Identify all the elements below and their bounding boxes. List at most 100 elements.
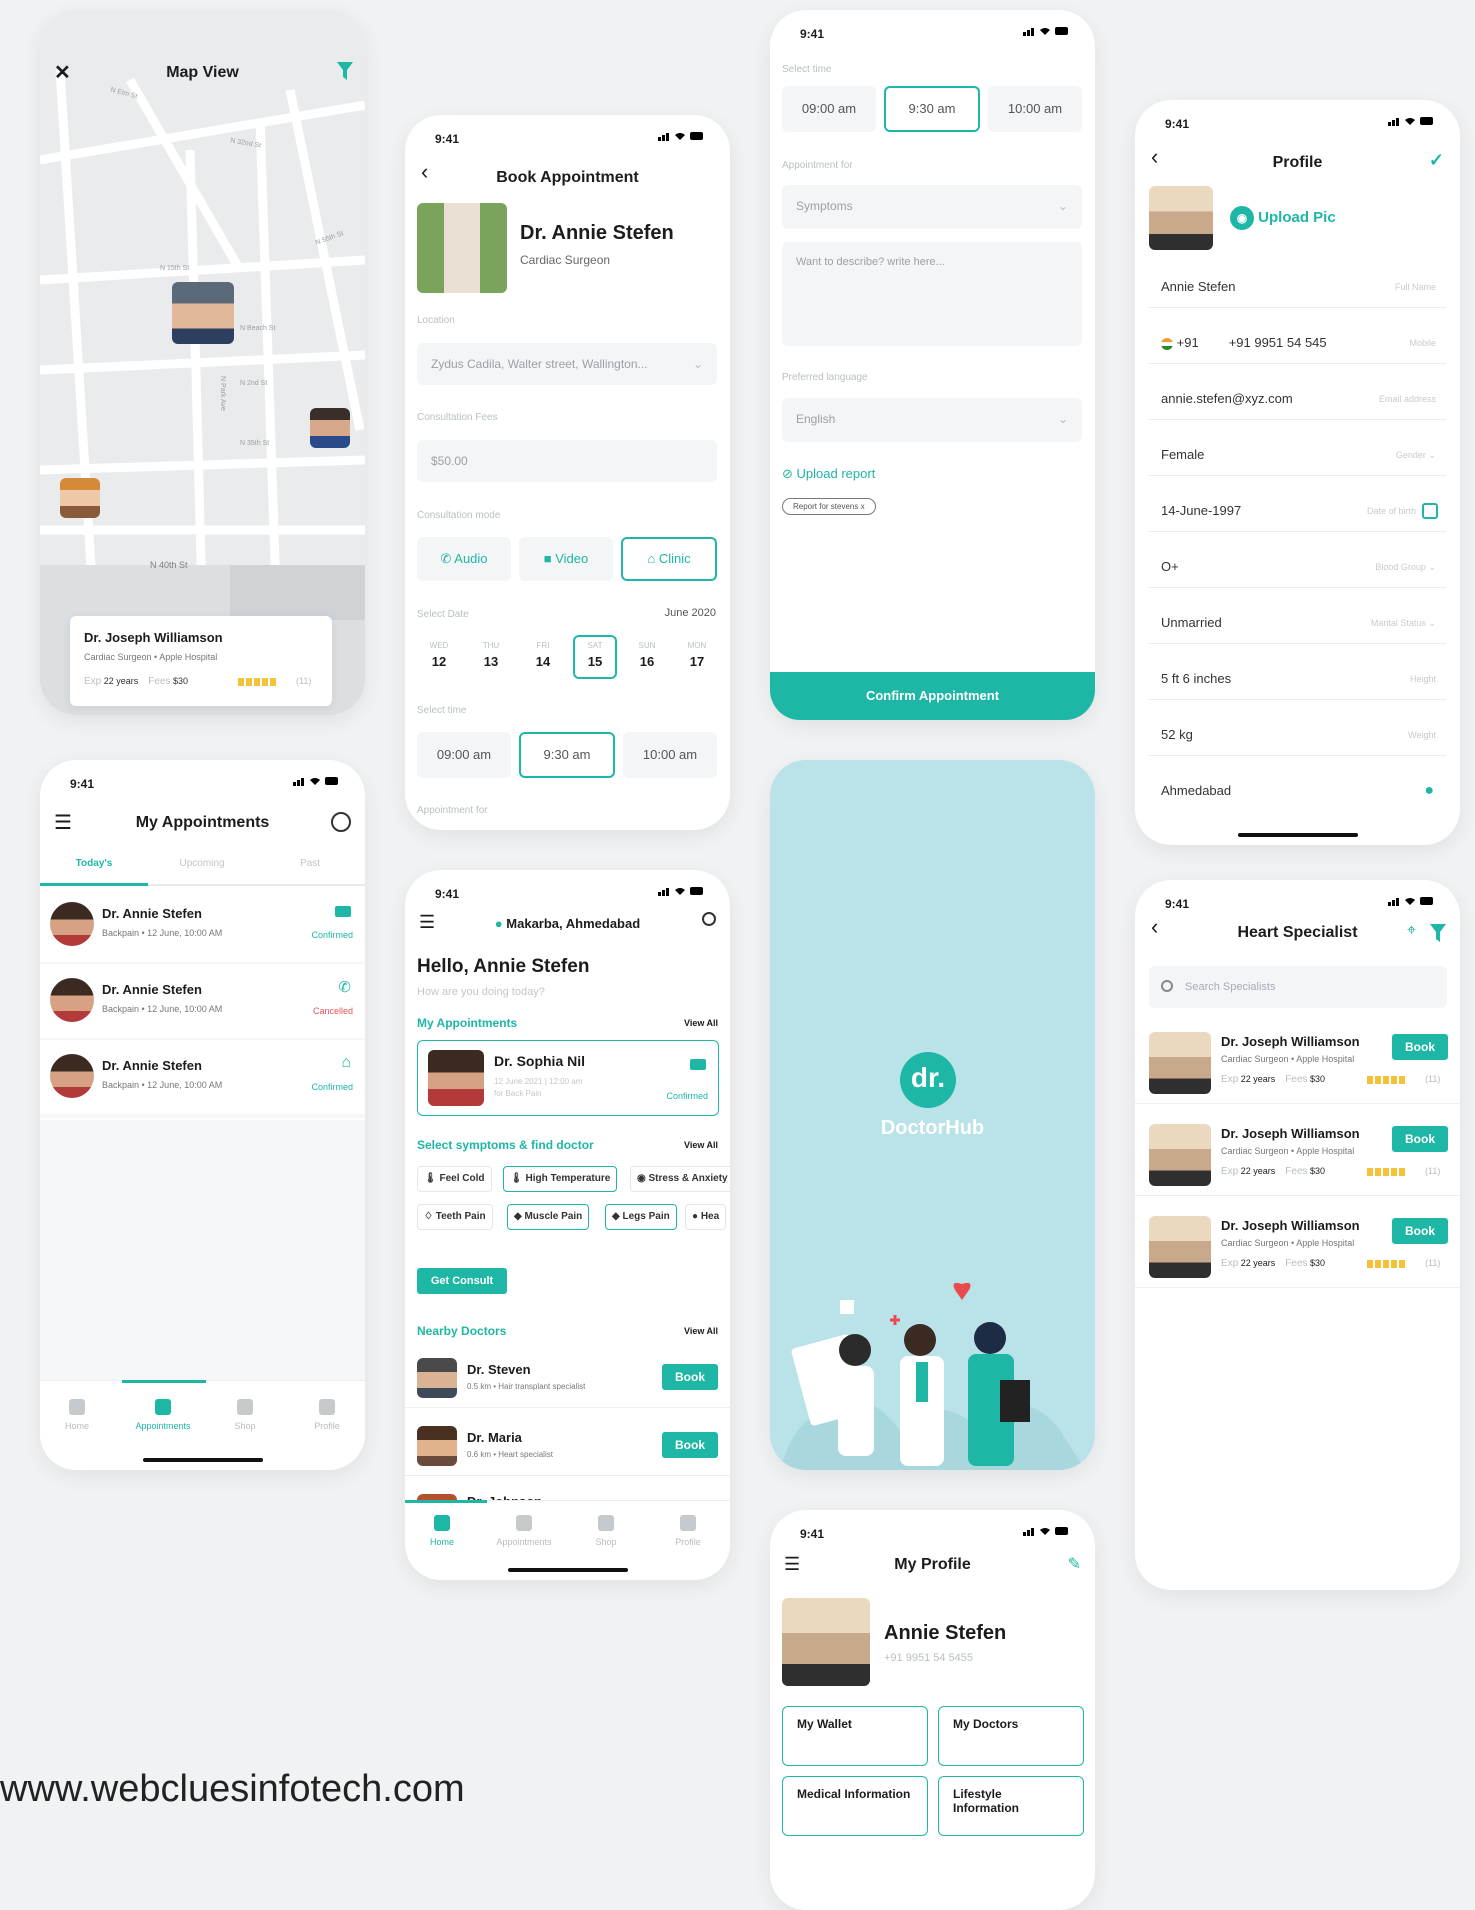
fees-field[interactable]: $50.00 bbox=[417, 440, 717, 482]
location-selector[interactable]: ● Makarba, Ahmedabad bbox=[405, 916, 730, 931]
nav-shop[interactable]: Shop bbox=[210, 1399, 280, 1431]
date-chip[interactable]: WED 12 bbox=[417, 635, 461, 679]
mobile-field[interactable]: +91 +91 9951 54 545 Mobile bbox=[1149, 322, 1446, 364]
nav-home[interactable]: Home bbox=[42, 1399, 112, 1431]
medical-information-tile[interactable]: Medical Information bbox=[782, 1776, 928, 1836]
symptom-chip-selected[interactable]: 🌡 High Temperature bbox=[503, 1166, 618, 1192]
upload-report-link[interactable]: ⊘ Upload report bbox=[782, 466, 875, 482]
video-icon[interactable] bbox=[690, 1059, 706, 1070]
page-title: My Profile bbox=[894, 1556, 971, 1573]
mode-audio-button[interactable]: ✆ Audio bbox=[417, 537, 511, 581]
confirm-appointment-button[interactable]: Confirm Appointment bbox=[770, 672, 1095, 720]
view-all-link[interactable]: View All bbox=[684, 1326, 718, 1336]
time-slot-selected[interactable]: 9:30 am bbox=[519, 732, 615, 778]
list-item[interactable]: Dr. Joseph Williamson Cardiac Surgeon • … bbox=[1135, 1020, 1460, 1104]
edit-icon[interactable]: ✎ bbox=[1068, 1554, 1081, 1574]
time-slot[interactable]: 10:00 am bbox=[988, 86, 1082, 132]
language-select[interactable]: English ⌄ bbox=[782, 398, 1082, 442]
clinic-icon[interactable]: ⌂ bbox=[341, 1054, 351, 1072]
my-appointments-screen: 9:41 ☰ My Appointments Today's Upcoming … bbox=[40, 760, 365, 1470]
video-icon[interactable] bbox=[335, 906, 351, 917]
view-all-link[interactable]: View All bbox=[684, 1018, 718, 1028]
time-slot-selected[interactable]: 9:30 am bbox=[884, 86, 980, 132]
doctor-map-pin[interactable] bbox=[310, 408, 350, 448]
tab-past[interactable]: Past bbox=[256, 858, 364, 869]
date-chip[interactable]: MON 17 bbox=[675, 635, 719, 679]
symptom-chip-selected[interactable]: ◆ Muscle Pain bbox=[507, 1204, 590, 1230]
list-item[interactable]: Dr. Annie Stefen Backpain • 12 June, 10:… bbox=[40, 1040, 365, 1114]
book-button[interactable]: Book bbox=[1392, 1034, 1448, 1060]
nav-home[interactable]: Home bbox=[407, 1515, 477, 1547]
mode-clinic-button[interactable]: ⌂ Clinic bbox=[621, 537, 717, 581]
map-toggle-icon[interactable]: ⌖ bbox=[1407, 922, 1416, 940]
list-item[interactable]: Dr. Joseph Williamson Cardiac Surgeon • … bbox=[1135, 1204, 1460, 1288]
section-title: My Appointments bbox=[417, 1016, 518, 1030]
gender-select[interactable]: Female Gender ⌄ bbox=[1149, 434, 1446, 476]
date-chip[interactable]: SUN 16 bbox=[625, 635, 669, 679]
describe-textarea[interactable]: Want to describe? write here... bbox=[782, 242, 1082, 346]
appointment-tabs: Today's Upcoming Past bbox=[40, 850, 365, 886]
blood-group-select[interactable]: O+ Blood Group ⌄ bbox=[1149, 546, 1446, 588]
doctor-map-pin[interactable] bbox=[172, 282, 234, 344]
list-item[interactable]: Dr. Steven 0.5 km • Hair transplant spec… bbox=[405, 1348, 730, 1408]
book-button[interactable]: Book bbox=[1392, 1218, 1448, 1244]
my-doctors-tile[interactable]: My Doctors bbox=[938, 1706, 1084, 1766]
height-field[interactable]: 5 ft 6 inches Height bbox=[1149, 658, 1446, 700]
book-button[interactable]: Book bbox=[1392, 1126, 1448, 1152]
chat-icon[interactable] bbox=[331, 812, 351, 832]
brand-name: DoctorHub bbox=[880, 1117, 985, 1139]
avatar bbox=[50, 1054, 94, 1098]
date-chip[interactable]: FRI 14 bbox=[521, 635, 565, 679]
nav-profile[interactable]: Profile bbox=[653, 1515, 723, 1547]
list-item[interactable]: Dr. Annie Stefen Backpain • 12 June, 10:… bbox=[40, 964, 365, 1038]
date-chip[interactable]: THU 13 bbox=[469, 635, 513, 679]
location-pin-icon[interactable]: ● bbox=[1424, 770, 1434, 812]
symptom-chip[interactable]: ◉ Stress & Anxiety bbox=[630, 1166, 730, 1192]
nav-appointments[interactable]: Appointments bbox=[128, 1399, 198, 1431]
filter-icon[interactable] bbox=[1430, 924, 1446, 942]
marital-status-select[interactable]: Unmarried Marital Status ⌄ bbox=[1149, 602, 1446, 644]
doctor-map-pin[interactable] bbox=[60, 478, 100, 518]
time-slot[interactable]: 09:00 am bbox=[782, 86, 876, 132]
location-select[interactable]: Zydus Cadila, Walter street, Wallington.… bbox=[417, 343, 717, 385]
filter-icon[interactable] bbox=[337, 62, 353, 80]
email-field[interactable]: annie.stefen@xyz.com Email address bbox=[1149, 378, 1446, 420]
phone-icon[interactable]: ✆ bbox=[338, 978, 351, 996]
book-button[interactable]: Book bbox=[662, 1364, 718, 1390]
list-item[interactable]: Dr. Maria 0.6 km • Heart specialist Book bbox=[405, 1416, 730, 1476]
calendar-icon[interactable] bbox=[1422, 503, 1438, 519]
symptom-chip[interactable]: ♢ Teeth Pain bbox=[417, 1204, 493, 1230]
check-icon[interactable]: ✓ bbox=[1429, 150, 1444, 171]
symptom-chip-selected[interactable]: ◆ Legs Pain bbox=[605, 1204, 677, 1230]
my-wallet-tile[interactable]: My Wallet bbox=[782, 1706, 928, 1766]
weight-field[interactable]: 52 kg Weight bbox=[1149, 714, 1446, 756]
tab-today[interactable]: Today's bbox=[40, 858, 148, 869]
time-slot[interactable]: 10:00 am bbox=[623, 732, 717, 778]
lifestyle-information-tile[interactable]: Lifestyle Information bbox=[938, 1776, 1084, 1836]
list-item[interactable]: Dr. Joseph Williamson Cardiac Surgeon • … bbox=[1135, 1112, 1460, 1196]
tab-upcoming[interactable]: Upcoming bbox=[148, 858, 256, 869]
appointment-card[interactable]: Dr. Sophia Nil 12 June 2021 | 12:00 am f… bbox=[417, 1040, 719, 1116]
view-all-link[interactable]: View All bbox=[684, 1140, 718, 1150]
search-input[interactable]: Search Specialists bbox=[1149, 966, 1447, 1008]
date-chip-selected[interactable]: SAT 15 bbox=[573, 635, 617, 679]
book-button[interactable]: Book bbox=[662, 1432, 718, 1458]
upload-pic-button[interactable]: ◉ Upload Pic bbox=[1230, 206, 1336, 230]
search-icon[interactable] bbox=[702, 912, 716, 926]
mode-video-button[interactable]: ■ Video bbox=[519, 537, 613, 581]
symptoms-select[interactable]: Symptoms ⌄ bbox=[782, 185, 1082, 229]
time-slot[interactable]: 09:00 am bbox=[417, 732, 511, 778]
dob-field[interactable]: 14-June-1997 Date of birth bbox=[1149, 490, 1446, 532]
city-field[interactable]: Ahmedabad ● bbox=[1149, 770, 1446, 812]
get-consult-button[interactable]: Get Consult bbox=[417, 1268, 507, 1294]
nav-profile[interactable]: Profile bbox=[292, 1399, 362, 1431]
list-item[interactable]: Dr. Annie Stefen Backpain • 12 June, 10:… bbox=[40, 888, 365, 962]
symptom-chip[interactable]: ● Hea bbox=[685, 1204, 727, 1230]
nav-appointments[interactable]: Appointments bbox=[489, 1515, 559, 1547]
full-name-field[interactable]: Annie Stefen Full Name bbox=[1149, 266, 1446, 308]
street-map[interactable] bbox=[40, 10, 365, 715]
nav-shop[interactable]: Shop bbox=[571, 1515, 641, 1547]
doctor-card[interactable]: Dr. Joseph Williamson Cardiac Surgeon • … bbox=[70, 616, 332, 706]
symptom-chip[interactable]: 🌡 Feel Cold bbox=[417, 1166, 492, 1192]
report-tag[interactable]: Report for stevens x bbox=[782, 498, 876, 515]
